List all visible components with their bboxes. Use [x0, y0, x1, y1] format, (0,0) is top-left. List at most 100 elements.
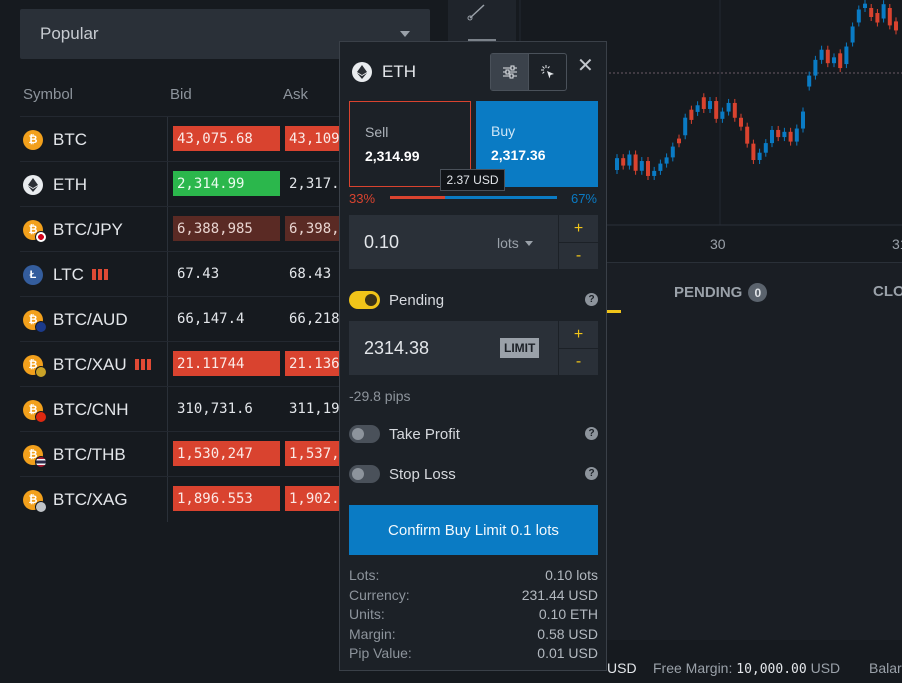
order-mode-toggle	[490, 53, 567, 91]
increment-amount-button[interactable]: +	[559, 215, 598, 242]
stop-loss-toggle[interactable]	[349, 465, 380, 483]
sell-label: Sell	[365, 124, 389, 140]
bid-price[interactable]: 2,314.99	[173, 171, 280, 196]
china-flag-icon	[35, 410, 47, 423]
chevron-down-icon	[400, 31, 410, 37]
summary-value: 0.10 ETH	[538, 606, 598, 622]
tab-closed[interactable]: CLO	[873, 283, 902, 300]
ask-price[interactable]: 2,317.	[285, 171, 345, 196]
candle	[751, 143, 756, 161]
pending-label: Pending	[389, 291, 445, 309]
free-margin-label: Free Margin:	[653, 660, 733, 676]
amount-value[interactable]: 0.10	[364, 232, 399, 253]
candle	[832, 57, 836, 64]
decrement-price-button[interactable]: -	[559, 348, 598, 375]
australia-flag-icon	[35, 320, 47, 333]
decrement-amount-button[interactable]: -	[559, 242, 598, 269]
limit-price-value[interactable]: 2314.38	[364, 338, 429, 359]
market-closed-icon	[91, 269, 108, 280]
ask-price[interactable]: 1,902.	[285, 486, 345, 511]
limit-badge[interactable]: LIMIT	[500, 338, 540, 358]
symbol-label: LTC	[53, 264, 84, 284]
ask-price[interactable]: 68.43	[285, 261, 345, 286]
sell-sentiment-percent: 33%	[349, 191, 376, 206]
candle	[850, 26, 855, 43]
buy-price: 2,317.36	[491, 147, 546, 163]
eth-icon	[23, 174, 43, 195]
btc-icon: ₿	[23, 354, 47, 378]
bid-price[interactable]: 310,731.6	[173, 396, 280, 421]
candle	[801, 111, 805, 129]
bid-price[interactable]: 6,388,985	[173, 216, 280, 241]
order-ticket: ETH ✕ Sell 2,314.99 Buy 2,317.36 2.37 US…	[339, 41, 607, 671]
symbol-label: BTC/XAG	[53, 489, 128, 509]
candle	[856, 9, 861, 23]
order-summary: Lots: 0.10 lots Currency: 231.44 USD Units…	[349, 567, 598, 665]
confirm-order-button[interactable]: Confirm Buy Limit 0.1 lots	[349, 505, 598, 555]
order-instrument: ETH	[352, 62, 416, 82]
btc-icon: ₿	[23, 489, 47, 513]
ask-price[interactable]: 43,109	[285, 126, 345, 151]
candle	[869, 8, 874, 18]
ask-price[interactable]: 21.136	[285, 351, 345, 376]
x-tick-label: 31	[892, 236, 902, 252]
symbol-label: ETH	[53, 174, 87, 194]
summary-label: Lots:	[349, 567, 380, 583]
pips-distance: -29.8 pips	[349, 388, 411, 404]
summary-line: Margin: 0.58 USD	[349, 626, 598, 646]
advanced-settings-button[interactable]	[491, 54, 529, 90]
candle	[701, 97, 706, 109]
bid-price[interactable]: 43,075.68	[173, 126, 280, 151]
candle	[739, 117, 743, 127]
bid-price[interactable]: 66,147.4	[173, 306, 280, 331]
summary-value: 0.10 lots	[545, 567, 598, 583]
help-icon[interactable]: ?	[585, 427, 598, 440]
one-click-trading-button[interactable]	[529, 54, 566, 90]
pending-toggle[interactable]	[349, 291, 380, 309]
take-profit-toggle[interactable]	[349, 425, 380, 443]
help-icon[interactable]: ?	[585, 293, 598, 306]
candle	[658, 163, 663, 171]
tab-pending[interactable]: PENDING 0	[674, 283, 768, 302]
candle	[745, 126, 750, 144]
close-icon[interactable]: ✕	[577, 53, 594, 78]
ask-price[interactable]: 311,19	[285, 396, 345, 421]
candle	[689, 109, 694, 120]
symbol-label: BTC/JPY	[53, 219, 123, 239]
candle	[844, 46, 849, 65]
ask-price[interactable]: 1,537,	[285, 441, 345, 466]
btc-icon: ₿	[23, 219, 47, 243]
x-tick-label: 30	[710, 236, 726, 252]
help-icon[interactable]: ?	[585, 467, 598, 480]
candle	[770, 129, 774, 144]
tab-pending-label: PENDING	[674, 284, 743, 301]
amount-field[interactable]: 0.10 lots + -	[349, 215, 598, 269]
sliders-icon	[502, 65, 517, 79]
amount-stepper: + -	[558, 215, 598, 269]
candle	[788, 131, 793, 142]
candle	[726, 102, 731, 112]
symbol-label: BTC/CNH	[53, 399, 129, 419]
candle	[639, 161, 644, 171]
limit-price-stepper: + -	[558, 321, 598, 375]
increment-price-button[interactable]: +	[559, 321, 598, 348]
candle	[670, 146, 675, 158]
bid-price[interactable]: 67.43	[173, 261, 280, 286]
ask-price[interactable]: 66,218	[285, 306, 345, 331]
ask-price[interactable]: 6,398,	[285, 216, 345, 241]
column-header-ask: Ask	[283, 86, 309, 103]
candle	[695, 105, 700, 112]
bid-price[interactable]: 1,530,247	[173, 441, 280, 466]
sell-price: 2,314.99	[365, 148, 420, 164]
limit-price-field[interactable]: 2314.38 LIMIT + -	[349, 321, 598, 375]
bid-price[interactable]: 1,896.553	[173, 486, 280, 511]
candle	[677, 138, 681, 144]
candle	[894, 21, 898, 31]
amount-unit-select[interactable]: lots	[497, 235, 533, 251]
candle	[714, 101, 719, 119]
silver-icon	[35, 500, 47, 513]
summary-line: Lots: 0.10 lots	[349, 567, 598, 587]
summary-line: Currency: 231.44 USD	[349, 587, 598, 607]
bid-price[interactable]: 21.11744	[173, 351, 280, 376]
eth-icon	[352, 62, 372, 82]
